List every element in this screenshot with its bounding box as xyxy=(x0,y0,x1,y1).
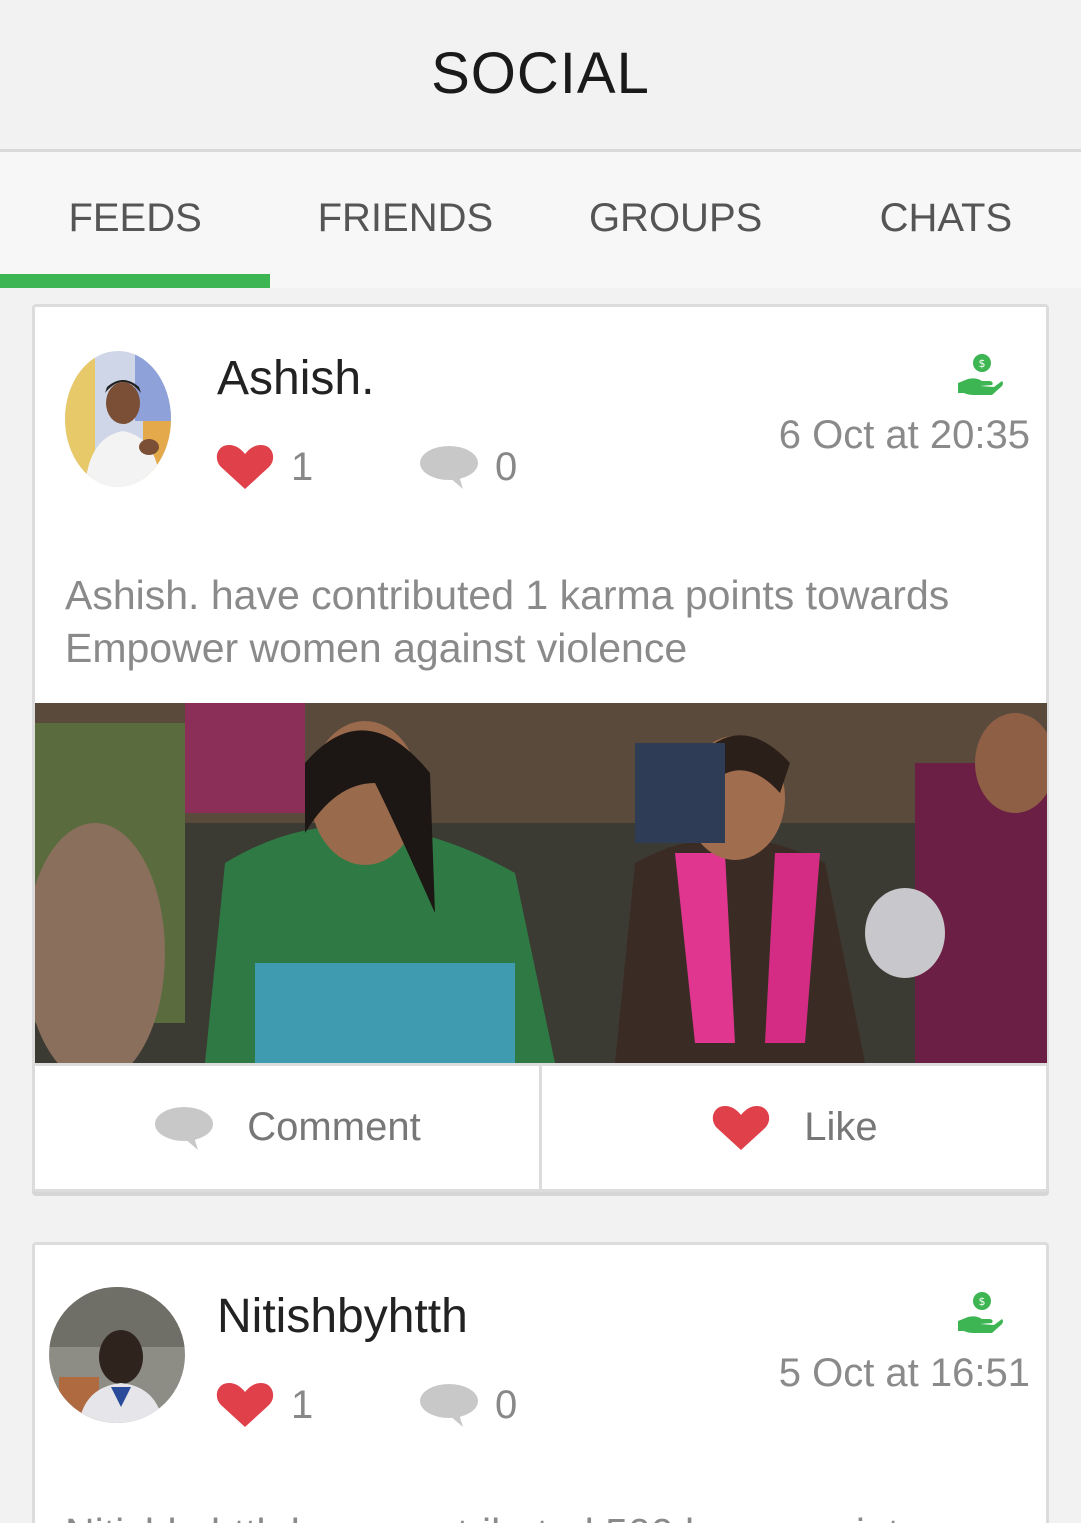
tab-groups[interactable]: GROUPS xyxy=(541,152,811,288)
post-text: Nitishbyhtth have contributed 500 karma … xyxy=(35,1471,1046,1523)
post-stats: 1 0 xyxy=(215,443,517,491)
comment-button-label: Comment xyxy=(247,1105,421,1149)
post-timestamp: 6 Oct at 20:35 xyxy=(778,413,1030,457)
feed-list[interactable]: Ashish. 1 0 $ 6 Oct at 20:35 Ashish. hav… xyxy=(0,288,1081,1523)
post-stats: 1 0 xyxy=(215,1381,517,1429)
comment-count: 0 xyxy=(419,1381,517,1429)
like-count: 1 xyxy=(215,1381,419,1429)
post-header: Nitishbyhtth 1 0 $ 5 Oct at 16:51 xyxy=(35,1245,1046,1471)
post-image[interactable] xyxy=(35,703,1047,1063)
feed-post: Ashish. 1 0 $ 6 Oct at 20:35 Ashish. hav… xyxy=(32,304,1049,1192)
tab-friends[interactable]: FRIENDS xyxy=(270,152,540,288)
comment-count-value: 0 xyxy=(495,1382,518,1427)
comment-button[interactable]: Comment xyxy=(35,1066,539,1189)
comment-count: 0 xyxy=(419,443,517,491)
heart-icon xyxy=(713,1105,770,1150)
author-name[interactable]: Ashish. xyxy=(217,351,374,406)
like-count-value: 1 xyxy=(291,1382,314,1427)
tab-bar: FEEDS FRIENDS GROUPS CHATS xyxy=(0,152,1081,288)
like-button-label: Like xyxy=(804,1105,878,1149)
page-title: SOCIAL xyxy=(431,41,650,106)
like-button[interactable]: Like xyxy=(539,1066,1046,1189)
heart-icon xyxy=(216,445,274,489)
comment-bubble-icon xyxy=(420,446,478,489)
svg-text:$: $ xyxy=(979,357,986,370)
heart-icon xyxy=(216,1383,274,1427)
tab-feeds[interactable]: FEEDS xyxy=(0,152,271,288)
social-app: SOCIAL FEEDS FRIENDS GROUPS CHATS Ashish… xyxy=(0,0,1081,1523)
comment-bubble-icon xyxy=(420,1384,478,1427)
app-header: SOCIAL xyxy=(0,0,1081,152)
feed-post: Nitishbyhtth 1 0 $ 5 Oct at 16:51 xyxy=(32,1242,1049,1523)
author-name[interactable]: Nitishbyhtth xyxy=(217,1289,468,1344)
post-header: Ashish. 1 0 $ 6 Oct at 20:35 xyxy=(35,307,1046,533)
comment-count-value: 0 xyxy=(495,444,518,489)
avatar[interactable] xyxy=(49,1287,185,1423)
svg-text:$: $ xyxy=(979,1295,986,1308)
comment-bubble-icon xyxy=(155,1106,214,1150)
tab-chats[interactable]: CHATS xyxy=(811,152,1081,288)
like-count-value: 1 xyxy=(291,444,314,489)
avatar[interactable] xyxy=(65,351,171,487)
like-count: 1 xyxy=(215,443,419,491)
post-text: Ashish. have contributed 1 karma points … xyxy=(65,572,950,671)
karma-hand-icon: $ xyxy=(958,1292,1003,1333)
post-timestamp: 5 Oct at 16:51 xyxy=(778,1351,1030,1395)
karma-hand-icon: $ xyxy=(958,354,1003,395)
post-actions: Comment Like xyxy=(35,1063,1046,1189)
